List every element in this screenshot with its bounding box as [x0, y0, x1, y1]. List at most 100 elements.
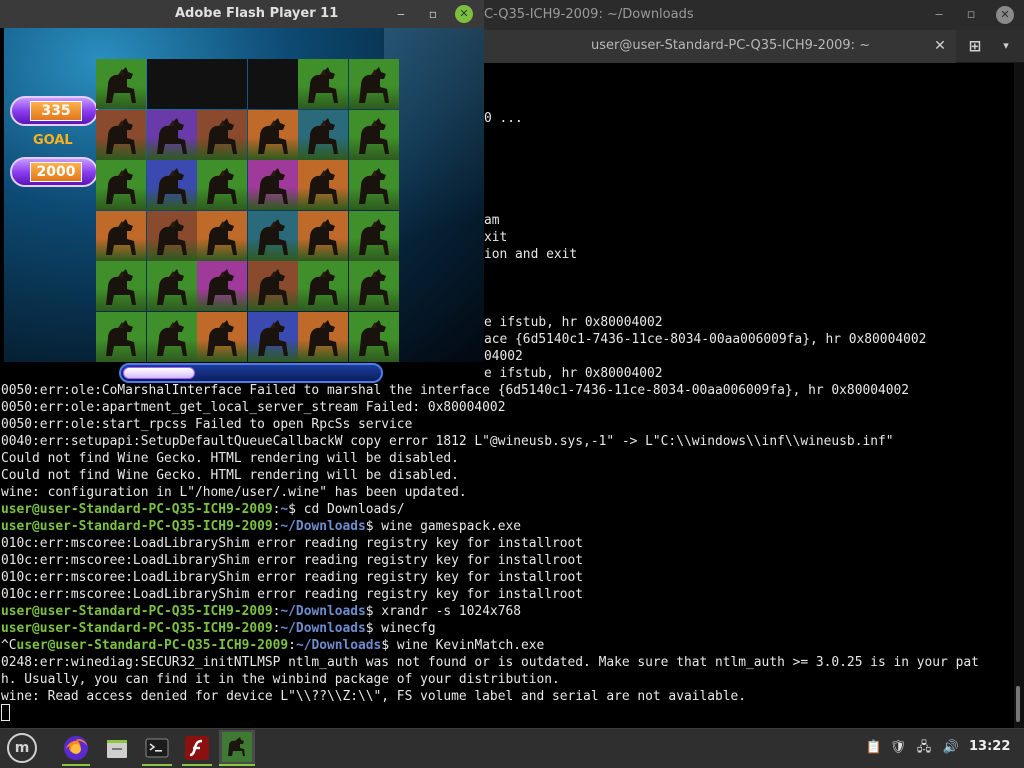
- folder-icon: [107, 740, 127, 758]
- prompt-command: $ cd Downloads/: [288, 502, 405, 517]
- taskbar-clock[interactable]: 13:22: [969, 739, 1010, 754]
- prompt-command: $ winecfg: [365, 621, 436, 636]
- terminal-cursor: [1, 704, 10, 721]
- terminal-output-line: 0040:err:setupapi:SetupDefaultQueueCallb…: [1, 434, 894, 449]
- horse-tile-green[interactable]: [349, 59, 399, 109]
- horse-icon: [359, 67, 389, 103]
- taskbar-firefox[interactable]: [58, 730, 94, 766]
- horse-tile-green[interactable]: [349, 160, 399, 211]
- terminal-scroll-thumb[interactable]: [1016, 686, 1020, 722]
- horse-tile-orange[interactable]: [298, 210, 349, 261]
- clipboard-tray-icon[interactable]: 📋: [864, 738, 884, 758]
- prompt-command: $ wine KevinMatch.exe: [381, 638, 545, 653]
- horse-tile-green[interactable]: [197, 160, 248, 211]
- horse-tile-brown[interactable]: [197, 109, 248, 160]
- horse-tile-magenta[interactable]: [197, 261, 248, 312]
- horse-tile-teal[interactable]: [247, 210, 298, 261]
- terminal-output-line: 0050:err:ole:apartment_get_local_server_…: [1, 400, 506, 415]
- terminal-output-line: Could not find Wine Gecko. HTML renderin…: [1, 468, 459, 483]
- goal-value: 2000: [30, 162, 82, 182]
- horse-tile-green[interactable]: [298, 261, 349, 312]
- terminal-menu-button[interactable]: ▾: [996, 36, 1016, 56]
- horse-tile-orange[interactable]: [197, 312, 248, 362]
- horse-tile-orange[interactable]: [197, 210, 248, 261]
- horse-tile-green[interactable]: [96, 261, 146, 312]
- start-menu-button[interactable]: m: [4, 730, 40, 766]
- terminal-minimize-button[interactable]: ‒: [930, 6, 948, 24]
- horse-icon: [106, 168, 136, 205]
- horse-tile-brown[interactable]: [146, 210, 197, 261]
- prompt-path: ~/Downloads: [280, 519, 366, 534]
- horse-tile-purple[interactable]: [146, 109, 197, 160]
- terminal-output-line: 04002: [484, 349, 523, 364]
- horse-tile-green[interactable]: [96, 160, 146, 211]
- terminal-output-line: ion and exit: [484, 247, 578, 262]
- horse-icon: [156, 320, 187, 356]
- terminal-window-title: C-Q35-ICH9-2009: ~/Downloads: [484, 7, 694, 22]
- horse-tile-green[interactable]: [349, 109, 399, 160]
- horse-icon: [106, 218, 136, 255]
- horse-tile-green[interactable]: [146, 312, 197, 362]
- flash-minimize-button[interactable]: ‒: [392, 5, 410, 23]
- horse-tile-blue[interactable]: [146, 160, 197, 211]
- volume-tray-icon[interactable]: 🔊: [941, 738, 961, 758]
- terminal-output-line: 010c:err:mscoree:LoadLibraryShim error r…: [1, 570, 584, 585]
- horse-tile-green[interactable]: [96, 59, 146, 109]
- taskbar-kevinmatch[interactable]: [219, 730, 255, 766]
- new-tab-button[interactable]: ⊞: [964, 36, 986, 56]
- horse-tile-green[interactable]: [349, 210, 399, 261]
- terminal-prompt-line: user@user-Standard-PC-Q35-ICH9-2009:~/Do…: [1, 518, 521, 535]
- prompt-command: $ wine gamespack.exe: [365, 519, 521, 534]
- flash-running-indicator: [182, 764, 212, 766]
- terminal-output-line: e ifstub, hr 0x80004002: [484, 366, 663, 381]
- terminal-scrollbar[interactable]: [1014, 63, 1024, 728]
- horse-icon: [207, 320, 238, 356]
- flash-close-button[interactable]: ✕: [455, 5, 473, 23]
- stage-light-streak: [384, 28, 484, 362]
- terminal-output-line: Could not find Wine Gecko. HTML renderin…: [1, 451, 459, 466]
- match-board[interactable]: [96, 59, 399, 362]
- taskbar-flash-player[interactable]: [179, 730, 215, 766]
- taskbar-terminal[interactable]: [139, 730, 175, 766]
- horse-tile-green[interactable]: [349, 312, 399, 362]
- horse-tile-brown[interactable]: [96, 109, 146, 160]
- horse-tile-brown[interactable]: [247, 261, 298, 312]
- horse-tile-blue[interactable]: [247, 312, 298, 362]
- terminal-maximize-button[interactable]: ▫: [962, 6, 980, 24]
- horse-tile-magenta[interactable]: [247, 160, 298, 211]
- terminal-output-line: e ifstub, hr 0x80004002: [484, 315, 663, 330]
- horse-tile-orange[interactable]: [298, 160, 349, 211]
- terminal-output-line: 0050:err:ole:start_rpcss Failed to open …: [1, 417, 413, 432]
- horse-tile-teal[interactable]: [298, 109, 349, 160]
- horse-icon: [156, 269, 187, 306]
- terminal-output-line: 010c:err:mscoree:LoadLibraryShim error r…: [1, 553, 584, 568]
- horse-tile-green[interactable]: [298, 59, 349, 109]
- terminal-close-button[interactable]: ✕: [996, 6, 1014, 24]
- horse-icon: [257, 269, 288, 306]
- prompt-user: user@user-Standard-PC-Q35-ICH9-2009: [1, 621, 273, 636]
- horse-tile-orange[interactable]: [247, 109, 298, 160]
- horse-tile-green[interactable]: [349, 261, 399, 312]
- horse-tile-orange[interactable]: [298, 312, 349, 362]
- horse-tile-green[interactable]: [96, 312, 146, 362]
- tab-close-button[interactable]: ✕: [930, 36, 950, 56]
- horse-icon: [308, 269, 339, 306]
- goal-label: GOAL: [33, 133, 73, 148]
- shield-tray-icon[interactable]: 🛡: [888, 738, 908, 758]
- prompt-path: ~/Downloads: [280, 604, 366, 619]
- empty-tile[interactable]: [247, 59, 298, 109]
- horse-tile-orange[interactable]: [96, 210, 146, 261]
- empty-tile[interactable]: [146, 59, 197, 109]
- horse-tile-green[interactable]: [146, 261, 197, 312]
- horse-icon: [106, 269, 136, 306]
- terminal-output-line: ace {6d5140c1-7436-11ce-8034-00aa006009f…: [484, 332, 927, 347]
- prompt-path: ~/Downloads: [280, 621, 366, 636]
- horse-icon: [207, 117, 238, 154]
- flash-maximize-button[interactable]: ▫: [424, 5, 442, 23]
- horse-icon: [222, 732, 252, 762]
- firefox-running-indicator: [62, 764, 90, 766]
- taskbar-files[interactable]: [99, 730, 135, 766]
- network-tray-icon[interactable]: 🖧: [914, 738, 934, 758]
- empty-tile[interactable]: [197, 59, 248, 109]
- terminal-output-line: wine: configuration in L"/home/user/.win…: [1, 485, 467, 500]
